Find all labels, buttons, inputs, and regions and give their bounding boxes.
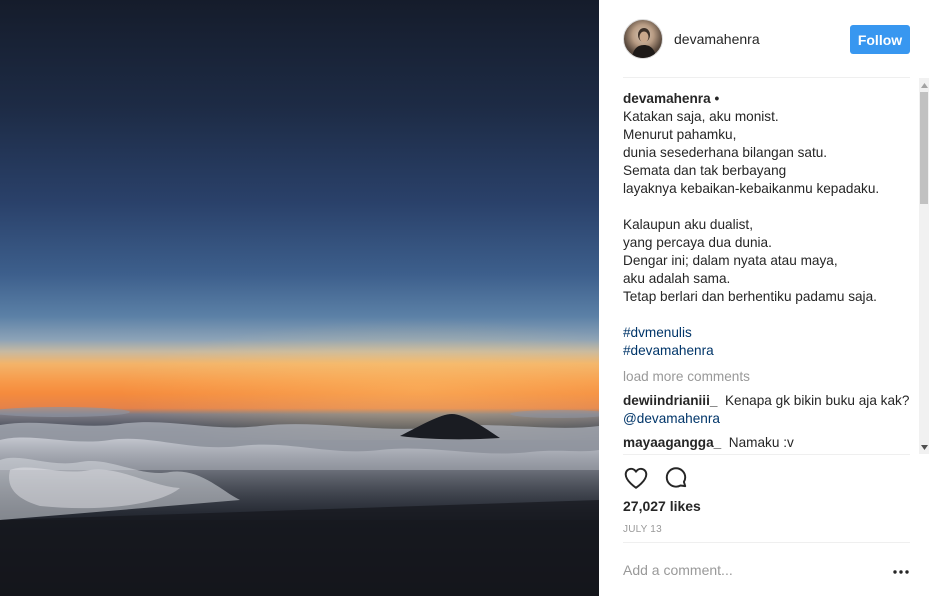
caption-line: Kalaupun aku dualist,	[623, 217, 753, 232]
footer-divider	[623, 542, 910, 543]
comment-mention[interactable]: @devamahenra	[623, 411, 720, 426]
caption-line: Tetap berlari dan berhentiku padamu saja…	[623, 289, 877, 304]
add-comment-input[interactable]: Add a comment...	[623, 562, 873, 578]
comments-scrollbar[interactable]	[919, 78, 929, 454]
caption-username[interactable]: devamahenra	[623, 91, 711, 106]
caption-line: Menurut pahamku,	[623, 127, 737, 142]
follow-button[interactable]: Follow	[850, 25, 910, 54]
avatar[interactable]	[623, 19, 663, 59]
caption-line: aku adalah sama.	[623, 271, 731, 286]
hashtag-link[interactable]: #devamahenra	[623, 342, 913, 360]
comment-item: dewiindrianiii_ Kenapa gk bikin buku aja…	[623, 392, 913, 428]
comment-icon[interactable]	[663, 465, 689, 491]
more-options-icon[interactable]	[892, 562, 910, 582]
comments-divider	[623, 454, 910, 455]
header-username[interactable]: devamahenra	[674, 31, 760, 47]
heart-icon[interactable]	[623, 465, 649, 491]
post-header: devamahenra Follow	[599, 0, 929, 78]
caption-header: devamahenra •	[623, 90, 913, 108]
caption-line: dunia sesederhana bilangan satu.	[623, 145, 828, 160]
header-divider	[623, 77, 910, 78]
caption-line: Dengar ini; dalam nyata atau maya,	[623, 253, 838, 268]
scroll-down-arrow-icon[interactable]	[919, 442, 929, 452]
avatar-portrait-icon	[632, 28, 656, 58]
load-more-comments-link[interactable]: load more comments	[623, 368, 913, 386]
caption-line: yang percaya dua dunia.	[623, 235, 772, 250]
comment-username[interactable]: dewiindrianiii_	[623, 393, 717, 408]
comment-item: mayaagangga_ Namaku :v	[623, 434, 913, 452]
caption-line: Katakan saja, aku monist.	[623, 109, 779, 124]
caption-line: layaknya kebaikan-kebaikanmu kepadaku.	[623, 181, 880, 196]
comments-list[interactable]: devamahenra • Katakan saja, aku monist. …	[623, 86, 913, 454]
likes-count[interactable]: 27,027 likes	[623, 498, 701, 514]
comment-text: Kenapa gk bikin buku aja kak?	[724, 393, 910, 408]
scroll-up-arrow-icon[interactable]	[919, 80, 929, 90]
post-details-panel: devamahenra Follow devamahenra • Katakan…	[599, 0, 929, 596]
sunset-clouds-illustration	[0, 300, 599, 596]
caption-line: Semata dan tak berbayang	[623, 163, 787, 178]
post-photo[interactable]	[0, 0, 599, 596]
caption-bullet: •	[714, 91, 720, 106]
scrollbar-thumb[interactable]	[920, 92, 928, 204]
comment-text: Namaku :v	[728, 435, 794, 450]
hashtag-link[interactable]: #dvmenulis	[623, 324, 913, 342]
comment-username[interactable]: mayaagangga_	[623, 435, 721, 450]
post-date[interactable]: JULY 13	[623, 524, 662, 535]
